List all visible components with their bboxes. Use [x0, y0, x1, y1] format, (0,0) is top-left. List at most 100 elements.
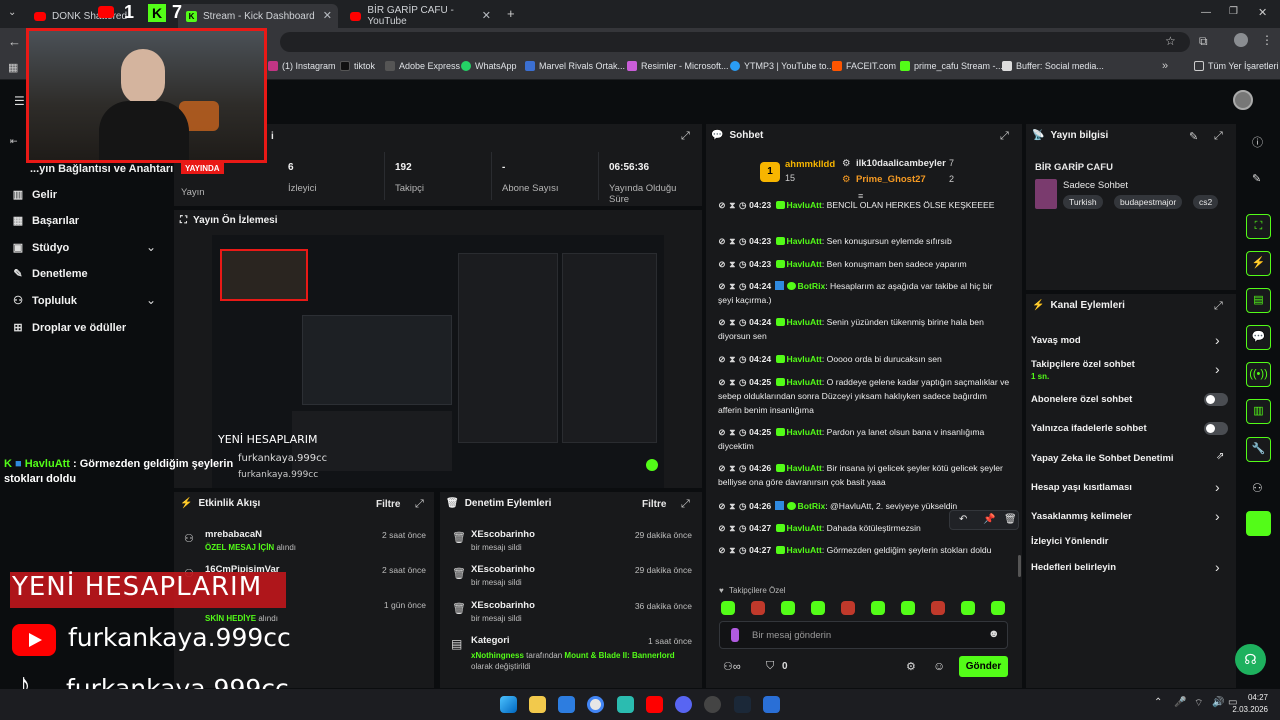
stream-tag[interactable]: Turkish	[1063, 195, 1103, 209]
sidebar-item-topluluk[interactable]: ⚇ Topluluk	[12, 295, 77, 307]
external-link-icon[interactable]: ⇗	[1216, 451, 1224, 462]
emoji-icon[interactable]: ☻	[988, 628, 1000, 640]
rail-wrench-button[interactable]: 🔧	[1246, 437, 1271, 462]
chrome-icon[interactable]	[587, 696, 604, 713]
chat-message[interactable]: ⊘ ⧗ ◷ 04:24 HavluAtt: Senin yüzünden tük…	[718, 315, 1010, 343]
emote-icon[interactable]	[931, 601, 945, 615]
rail-broadcast-button[interactable]: ((•))	[1246, 362, 1271, 387]
chat-username[interactable]: HavluAtt	[787, 463, 822, 473]
expand-icon[interactable]: ⤢	[1214, 130, 1223, 143]
activity-filter-button[interactable]: Filtre	[376, 499, 400, 510]
timeout-icon[interactable]: ⧗	[728, 315, 736, 329]
timeout-icon[interactable]: ⧗	[728, 352, 736, 366]
bookmark-instagram[interactable]: (1) Instagram	[268, 61, 336, 71]
app-icon[interactable]	[617, 696, 634, 713]
chevron-right-icon[interactable]: ›	[1215, 559, 1220, 575]
banned-words-row[interactable]: Yasaklanmış kelimeler	[1031, 511, 1132, 522]
chat-username[interactable]: BotRix	[798, 501, 826, 511]
start-icon[interactable]	[500, 696, 517, 713]
emote-picker-icon[interactable]: ☺	[933, 659, 945, 673]
chat-message[interactable]: ⊘ ⧗ ◷ 04:24 HavluAtt: Ooooo orda bi duru…	[718, 352, 1010, 366]
window-close-icon[interactable]: ✕	[1258, 6, 1267, 19]
back-icon[interactable]: ←	[8, 34, 21, 49]
rail-active-button[interactable]	[1246, 511, 1271, 536]
chat-message[interactable]: ⊘ ⧗ ◷ 04:26 HavluAtt: Bir insana iyi gel…	[718, 461, 1010, 489]
sidebar-item-droplar[interactable]: ⊞ Droplar ve ödüller	[12, 322, 126, 334]
edit-icon[interactable]: ✎	[1252, 172, 1261, 185]
expand-icon[interactable]: ⤢	[1000, 130, 1009, 143]
ban-icon[interactable]: ⊘	[718, 315, 726, 329]
chevron-down-icon[interactable]: ⌄	[146, 240, 156, 254]
bookmark-adobe-express[interactable]: Adobe Express	[385, 61, 460, 71]
rail-document-button[interactable]: ▤	[1246, 288, 1271, 313]
bookmark-buffer[interactable]: Buffer: Social media...	[1002, 61, 1104, 71]
chat-username[interactable]: HavluAtt	[787, 523, 822, 533]
emote-icon[interactable]	[721, 601, 735, 615]
chat-message[interactable]: ⊘ ⧗ ◷ 04:25 HavluAtt: Pardon ya lanet ol…	[718, 425, 1010, 453]
chat-username[interactable]: HavluAtt	[787, 545, 822, 555]
steam-icon[interactable]	[734, 696, 751, 713]
timeout-icon[interactable]: ⧗	[728, 425, 736, 439]
bookmark-prime-cafu[interactable]: prime_cafu Stream -...	[900, 61, 1003, 71]
account-age-row[interactable]: Hesap yaşı kısıtlaması	[1031, 482, 1132, 493]
chevron-right-icon[interactable]: ›	[1215, 361, 1220, 377]
chat-username[interactable]: HavluAtt	[787, 200, 822, 210]
microphone-icon[interactable]: 🎤	[1174, 697, 1186, 708]
ai-moderation-row[interactable]: Yapay Zeka ile Sohbet Denetimi	[1031, 453, 1174, 464]
new-tab-button[interactable]: +	[507, 6, 515, 21]
expand-icon[interactable]: ⤢	[415, 498, 424, 511]
menu-icon[interactable]: ⋮	[1261, 33, 1273, 47]
tab-kick-dashboard[interactable]: K Stream - Kick Dashboard ✕	[178, 4, 338, 28]
chat-message[interactable]: ⊘ ⧗ ◷ 04:24 BotRix: Hesaplarım az aşağıd…	[718, 279, 1010, 307]
bookmark-star-icon[interactable]: ☆	[1165, 34, 1176, 48]
bookmark-ytmp3[interactable]: YTMP3 | YouTube to...	[730, 61, 834, 71]
extensions-icon[interactable]: ⧉	[1199, 34, 1208, 49]
expand-icon[interactable]: ⤢	[681, 498, 690, 511]
chevron-down-icon[interactable]: ⌄	[146, 293, 156, 307]
settings-icon[interactable]: ⚙	[906, 660, 916, 673]
obs-icon[interactable]	[704, 696, 721, 713]
sidebar-item-basarilar[interactable]: ▦ Başarılar	[12, 215, 79, 227]
ban-icon[interactable]: ⊘	[718, 461, 726, 475]
gifter-name[interactable]: Prime_Ghost27	[856, 174, 926, 185]
chat-username[interactable]: HavluAtt	[787, 236, 822, 246]
moderation-filter-button[interactable]: Filtre	[642, 499, 666, 510]
chat-username[interactable]: HavluAtt	[787, 354, 822, 364]
timeout-icon[interactable]: ⧗	[728, 198, 736, 212]
gifter-name[interactable]: ilk10daalicambeyler	[856, 158, 946, 169]
timeout-icon[interactable]: ⧗	[728, 257, 736, 271]
hamburger-menu-icon[interactable]: ☰	[14, 94, 25, 108]
expand-icon[interactable]: ⤢	[1214, 300, 1223, 313]
timeout-icon[interactable]: ⧗	[728, 279, 736, 293]
slow-mode-row[interactable]: Yavaş mod	[1031, 335, 1081, 346]
ban-icon[interactable]: ⊘	[718, 257, 726, 271]
support-headset-button[interactable]: ☊	[1235, 644, 1266, 675]
chat-scrollbar[interactable]	[1018, 555, 1021, 577]
rail-lightning-button[interactable]: ⚡	[1246, 251, 1271, 276]
tab-youtube[interactable]: BİR GARİP CAFU - YouTube ✕	[342, 4, 497, 28]
chevron-up-icon[interactable]: ⌃	[1154, 697, 1162, 708]
youtube-icon[interactable]	[646, 696, 663, 713]
chat-username[interactable]: HavluAtt	[787, 259, 822, 269]
wifi-icon[interactable]: ⌔	[1194, 697, 1203, 710]
maximize-icon[interactable]: ❐	[1229, 6, 1238, 17]
chevron-right-icon[interactable]: ›	[1215, 508, 1220, 524]
chat-username[interactable]: HavluAtt	[787, 377, 822, 387]
app-icon[interactable]	[763, 696, 780, 713]
timeout-icon[interactable]: ⧗	[728, 461, 736, 475]
close-icon[interactable]: ✕	[323, 9, 332, 22]
ban-icon[interactable]: ⊘	[718, 234, 726, 248]
chat-username[interactable]: BotRix	[798, 281, 826, 291]
outlook-icon[interactable]	[558, 696, 575, 713]
chat-username[interactable]: HavluAtt	[787, 317, 822, 327]
ban-icon[interactable]: ⊘	[718, 499, 726, 513]
community-icon[interactable]: ⚇	[1252, 481, 1263, 495]
sidebar-item-gelir[interactable]: ▥ Gelir	[12, 189, 57, 201]
collapse-sidebar-icon[interactable]: ⇤	[10, 136, 18, 147]
file-explorer-icon[interactable]	[529, 696, 546, 713]
chevron-right-icon[interactable]: ›	[1215, 332, 1220, 348]
subscribers-only-toggle[interactable]	[1204, 393, 1228, 406]
gift-box-icon[interactable]: ⛉	[766, 660, 774, 673]
stream-preview-video[interactable]: YENİ HESAPLARIM furkankaya.999cc furkank…	[212, 235, 664, 488]
ban-icon[interactable]: ⊘	[718, 521, 726, 535]
